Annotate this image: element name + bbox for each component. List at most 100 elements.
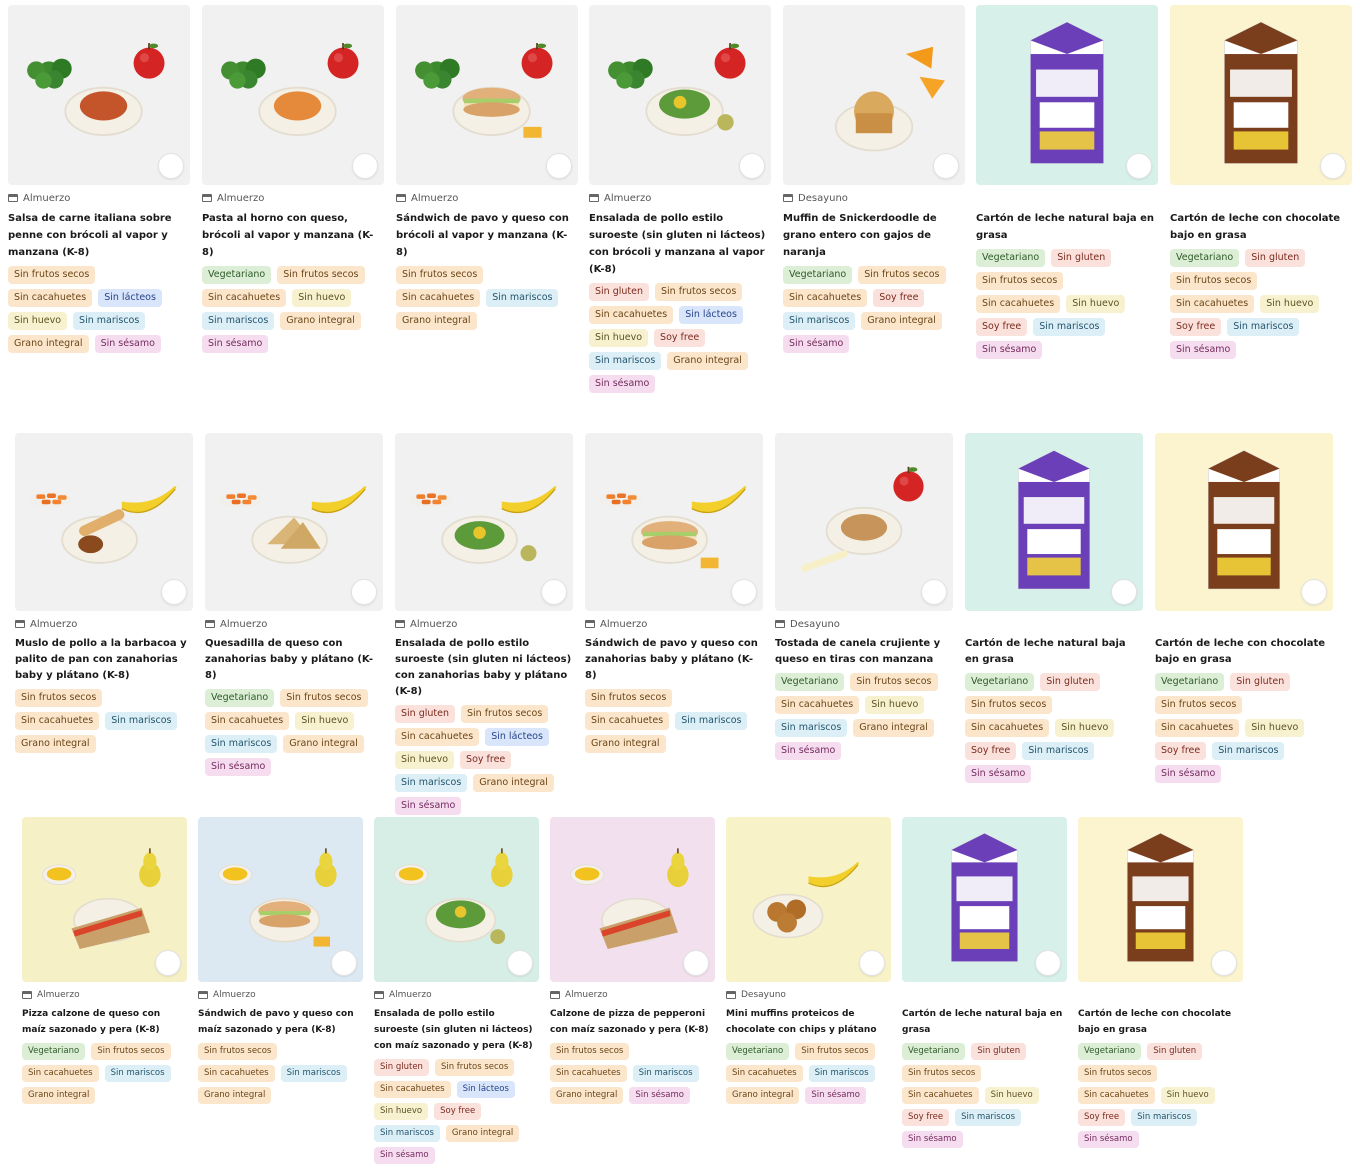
menu-item-photo[interactable]	[976, 5, 1158, 185]
menu-item-card[interactable]: Cartón de leche con chocolate bajo en gr…	[1155, 433, 1333, 788]
meal-type	[976, 191, 1158, 205]
tray-icon	[589, 194, 599, 202]
menu-item-title[interactable]: Tostada de canela crujiente y queso en t…	[775, 636, 953, 668]
menu-item-title[interactable]: Muslo de pollo a la barbacoa y palito de…	[15, 636, 193, 684]
select-item-button[interactable]	[1211, 950, 1237, 976]
menu-item-card[interactable]: Desayuno Muffin de Snickerdoodle de gran…	[783, 5, 965, 358]
dietary-tag: Grano integral	[667, 352, 748, 370]
menu-item-title[interactable]: Ensalada de pollo estilo suroeste (sin g…	[374, 1006, 539, 1054]
menu-item-photo[interactable]	[1078, 817, 1243, 982]
menu-item-title[interactable]: Cartón de leche con chocolate bajo en gr…	[1170, 210, 1352, 244]
select-item-button[interactable]	[352, 153, 378, 179]
select-item-button[interactable]	[859, 950, 885, 976]
menu-item-card[interactable]: Almuerzo Sándwich de pavo y queso con za…	[585, 433, 763, 758]
menu-item-card[interactable]: Almuerzo Calzone de pizza de pepperoni c…	[550, 817, 715, 1109]
menu-item-title[interactable]: Cartón de leche natural baja en grasa	[976, 210, 1158, 244]
select-item-button[interactable]	[351, 579, 377, 605]
menu-item-card[interactable]: Almuerzo Sándwich de pavo y queso con ma…	[198, 817, 363, 1109]
select-item-button[interactable]	[541, 579, 567, 605]
menu-item-card[interactable]: Almuerzo Ensalada de pollo estilo suroes…	[374, 817, 539, 1169]
menu-item-title[interactable]: Pizza calzone de queso con maíz sazonado…	[22, 1006, 187, 1038]
menu-item-title[interactable]: Quesadilla de queso con zanahorias baby …	[205, 636, 383, 684]
menu-item-title[interactable]: Cartón de leche con chocolate bajo en gr…	[1155, 636, 1333, 668]
menu-item-title[interactable]: Sándwich de pavo y queso con maíz sazona…	[198, 1006, 363, 1038]
menu-item-photo[interactable]	[22, 817, 187, 982]
select-item-button[interactable]	[155, 950, 181, 976]
menu-item-photo[interactable]	[8, 5, 190, 185]
dietary-tag: Sin mariscos	[1022, 742, 1095, 760]
menu-item-photo[interactable]	[396, 5, 578, 185]
meal-type	[1170, 191, 1352, 205]
select-item-button[interactable]	[1126, 153, 1152, 179]
menu-item-card[interactable]: Almuerzo Ensalada de pollo estilo suroes…	[589, 5, 771, 398]
menu-item-photo[interactable]	[775, 433, 953, 611]
menu-item-card[interactable]: Cartón de leche natural baja en grasa Ve…	[976, 5, 1158, 364]
menu-item-photo[interactable]	[902, 817, 1067, 982]
menu-item-card[interactable]: Cartón de leche con chocolate bajo en gr…	[1078, 817, 1243, 1153]
menu-item-card[interactable]: Almuerzo Muslo de pollo a la barbacoa y …	[15, 433, 193, 758]
menu-item-photo[interactable]	[589, 5, 771, 185]
menu-item-photo[interactable]	[15, 433, 193, 611]
menu-item-title[interactable]: Muffin de Snickerdoodle de grano entero …	[783, 210, 965, 261]
menu-item-card[interactable]: Almuerzo Sándwich de pavo y queso con br…	[396, 5, 578, 335]
select-item-button[interactable]	[161, 579, 187, 605]
select-item-button[interactable]	[158, 153, 184, 179]
select-item-button[interactable]	[546, 153, 572, 179]
meal-type-label: Almuerzo	[213, 989, 256, 1000]
dietary-tag: Sin cacahuetes	[396, 289, 481, 307]
menu-item-title[interactable]: Sándwich de pavo y queso con brócoli al …	[396, 210, 578, 261]
menu-item-card[interactable]: Almuerzo Quesadilla de queso con zanahor…	[205, 433, 383, 781]
tray-icon	[374, 990, 384, 999]
select-item-button[interactable]	[739, 153, 765, 179]
menu-item-card[interactable]: Almuerzo Pizza calzone de queso con maíz…	[22, 817, 187, 1109]
select-item-button[interactable]	[1035, 950, 1061, 976]
menu-item-photo[interactable]	[1170, 5, 1352, 185]
menu-item-photo[interactable]	[550, 817, 715, 982]
select-item-button[interactable]	[331, 950, 357, 976]
select-item-button[interactable]	[1301, 579, 1327, 605]
menu-item-card[interactable]: Cartón de leche natural baja en grasa Ve…	[965, 433, 1143, 788]
select-item-button[interactable]	[921, 579, 947, 605]
menu-item-card[interactable]: Desayuno Mini muffins proteicos de choco…	[726, 817, 891, 1109]
menu-item-title[interactable]: Mini muffins proteicos de chocolate con …	[726, 1006, 891, 1038]
menu-item-card[interactable]: Almuerzo Salsa de carne italiana sobre p…	[8, 5, 190, 358]
dietary-tag: Sin cacahuetes	[8, 289, 93, 307]
menu-item-photo[interactable]	[726, 817, 891, 982]
dietary-tag: Soy free	[434, 1103, 482, 1120]
menu-item-photo[interactable]	[1155, 433, 1333, 611]
menu-item-card[interactable]: Almuerzo Ensalada de pollo estilo suroes…	[395, 433, 573, 820]
menu-item-photo[interactable]	[965, 433, 1143, 611]
meal-type: Almuerzo	[395, 617, 573, 631]
menu-item-title[interactable]: Cartón de leche con chocolate bajo en gr…	[1078, 1006, 1243, 1038]
menu-item-title[interactable]: Sándwich de pavo y queso con zanahorias …	[585, 636, 763, 684]
menu-item-photo[interactable]	[585, 433, 763, 611]
dietary-tag: Grano integral	[861, 312, 942, 330]
select-item-button[interactable]	[683, 950, 709, 976]
menu-item-photo[interactable]	[783, 5, 965, 185]
dietary-tag: Vegetariano	[205, 689, 275, 707]
menu-item-title[interactable]: Cartón de leche natural baja en grasa	[902, 1006, 1067, 1038]
select-item-button[interactable]	[507, 950, 533, 976]
menu-item-card[interactable]: Desayuno Tostada de canela crujiente y q…	[775, 433, 953, 765]
menu-item-title[interactable]: Calzone de pizza de pepperoni con maíz s…	[550, 1006, 715, 1038]
select-item-button[interactable]	[1111, 579, 1137, 605]
menu-item-title[interactable]: Ensalada de pollo estilo suroeste (sin g…	[589, 210, 771, 278]
menu-item-title[interactable]: Pasta al horno con queso, brócoli al vap…	[202, 210, 384, 261]
select-item-button[interactable]	[1320, 153, 1346, 179]
select-item-button[interactable]	[933, 153, 959, 179]
menu-item-card[interactable]: Cartón de leche natural baja en grasa Ve…	[902, 817, 1067, 1153]
menu-item-title[interactable]: Salsa de carne italiana sobre penne con …	[8, 210, 190, 261]
menu-item-card[interactable]: Cartón de leche con chocolate bajo en gr…	[1170, 5, 1352, 364]
menu-item-photo[interactable]	[198, 817, 363, 982]
menu-item-photo[interactable]	[205, 433, 383, 611]
dietary-tag: Sin frutos secos	[15, 689, 103, 707]
menu-item-photo[interactable]	[395, 433, 573, 611]
menu-item-title[interactable]: Cartón de leche natural baja en grasa	[965, 636, 1143, 668]
menu-item-photo[interactable]	[374, 817, 539, 982]
select-item-button[interactable]	[731, 579, 757, 605]
meal-type	[1078, 988, 1243, 1001]
menu-item-title[interactable]: Ensalada de pollo estilo suroeste (sin g…	[395, 636, 573, 700]
dietary-tag: Sin mariscos	[105, 712, 178, 730]
menu-item-card[interactable]: Almuerzo Pasta al horno con queso, bróco…	[202, 5, 384, 358]
menu-item-photo[interactable]	[202, 5, 384, 185]
